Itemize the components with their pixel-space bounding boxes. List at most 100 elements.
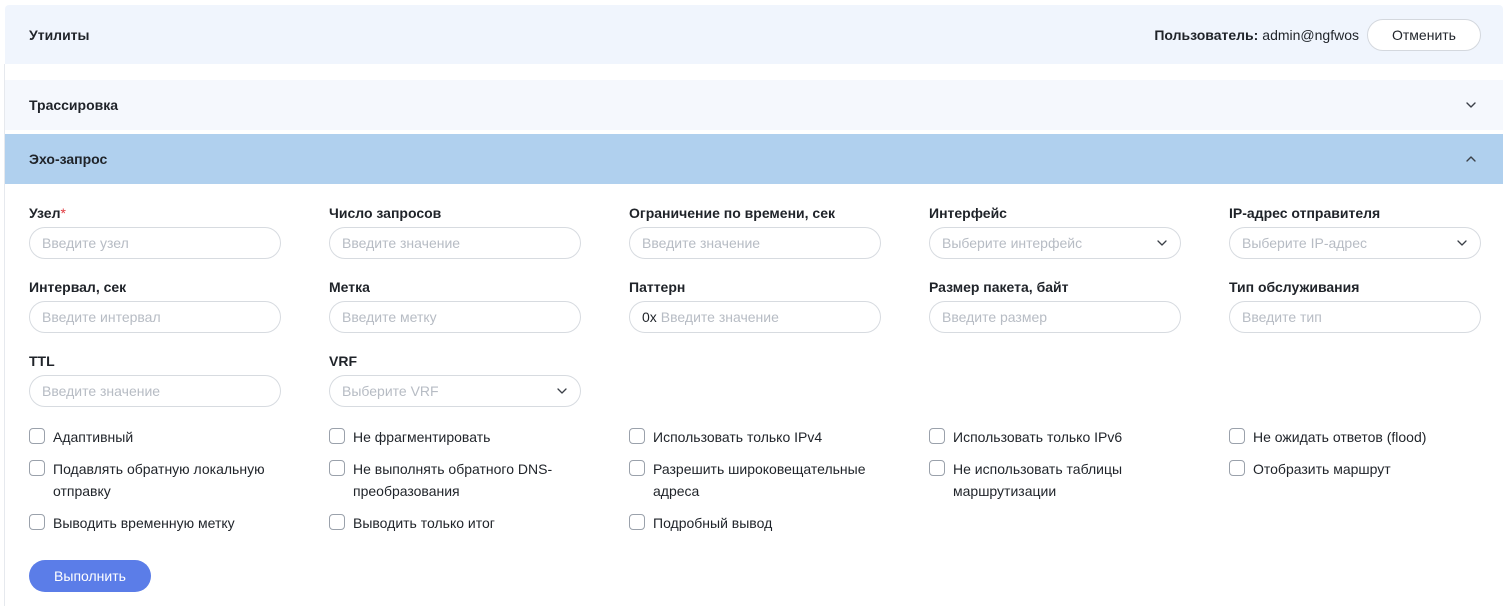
interface-label: Интерфейс — [929, 205, 1007, 221]
checkbox-summary-only[interactable]: Выводить только итог — [329, 512, 589, 534]
checkbox-box[interactable] — [29, 460, 45, 476]
checkbox-label: Не фрагментировать — [353, 429, 491, 445]
chevron-down-icon — [1466, 102, 1476, 108]
count-input-wrapper — [329, 227, 581, 259]
checkbox-box[interactable] — [1229, 428, 1245, 444]
checkbox-label: Адаптивный — [53, 429, 134, 445]
timeout-field: Ограничение по времени, сек — [629, 204, 881, 259]
hex-prefix: 0x — [642, 309, 657, 325]
ttl-input-wrapper — [29, 375, 281, 407]
ping-section-header[interactable]: Эхо-запрос — [5, 134, 1503, 184]
mark-input[interactable] — [342, 309, 568, 325]
checkbox-no-fragment[interactable]: Не фрагментировать — [329, 426, 589, 448]
source-ip-placeholder: Выберите IP-адрес — [1242, 235, 1368, 251]
checkbox-label: Подавлять обратную локальную отправку — [53, 461, 265, 499]
interval-input-wrapper — [29, 301, 281, 333]
ping-section-title: Эхо-запрос — [29, 151, 108, 167]
run-button[interactable]: Выполнить — [29, 560, 151, 592]
checkbox-label: Использовать только IPv4 — [653, 429, 823, 445]
checkbox-box[interactable] — [629, 428, 645, 444]
checkbox-verbose[interactable]: Подробный вывод — [629, 512, 889, 534]
source-ip-label: IP-адрес отправителя — [1229, 205, 1381, 221]
checkbox-flood[interactable]: Не ожидать ответов (flood) — [1229, 426, 1489, 448]
checkbox-box[interactable] — [629, 460, 645, 476]
interface-placeholder: Выберите интерфейс — [942, 235, 1083, 251]
vrf-placeholder: Выберите VRF — [342, 383, 439, 399]
traceroute-section-header[interactable]: Трассировка — [5, 80, 1503, 130]
checkbox-box[interactable] — [329, 460, 345, 476]
page-title: Утилиты — [29, 26, 90, 43]
checkbox-allow-broadcast[interactable]: Разрешить широковещательные адреса — [629, 458, 879, 502]
checkbox-box[interactable] — [929, 428, 945, 444]
ttl-label: TTL — [29, 353, 55, 369]
ttl-input[interactable] — [42, 383, 268, 399]
checkbox-label: Отобразить маршрут — [1253, 461, 1391, 477]
checkbox-label: Разрешить широковещательные адреса — [653, 461, 866, 499]
source-ip-select[interactable]: Выберите IP-адрес — [1229, 227, 1481, 259]
timeout-input[interactable] — [642, 235, 868, 251]
tos-input-wrapper — [1229, 301, 1481, 333]
checkbox-no-reverse-dns[interactable]: Не выполнять обратного DNS-преобразовани… — [329, 458, 569, 502]
checkbox-box[interactable] — [29, 428, 45, 444]
checkbox-label: Использовать только IPv6 — [953, 429, 1123, 445]
chevron-down-icon — [1457, 240, 1467, 246]
checkbox-label: Не ожидать ответов (flood) — [1253, 429, 1427, 445]
ttl-field: TTL — [29, 352, 281, 407]
count-label: Число запросов — [329, 205, 442, 221]
required-mark: * — [60, 205, 66, 221]
pattern-input[interactable] — [660, 309, 868, 325]
user-value: admin@ngfwos — [1262, 26, 1359, 43]
checkbox-record-route[interactable]: Отобразить маршрут — [1229, 458, 1489, 480]
pattern-input-wrapper: 0x — [629, 301, 881, 333]
checkbox-box[interactable] — [1229, 460, 1245, 476]
checkbox-bypass-routing[interactable]: Не использовать таблицы маршрутизации — [929, 458, 1149, 502]
timeout-label: Ограничение по времени, сек — [629, 205, 835, 221]
mark-input-wrapper — [329, 301, 581, 333]
cancel-button[interactable]: Отменить — [1367, 18, 1481, 51]
chevron-down-icon — [557, 388, 567, 394]
checkbox-ipv4-only[interactable]: Использовать только IPv4 — [629, 426, 889, 448]
checkbox-box[interactable] — [329, 428, 345, 444]
user-label: Пользователь: — [1154, 26, 1259, 43]
checkbox-box[interactable] — [29, 514, 45, 530]
vrf-field: VRF Выберите VRF — [329, 352, 581, 407]
utilities-header: Утилиты Пользователь: admin@ngfwos Отмен… — [5, 5, 1503, 64]
vrf-label: VRF — [329, 353, 357, 369]
vrf-select[interactable]: Выберите VRF — [329, 375, 581, 407]
packet-size-label: Размер пакета, байт — [929, 279, 1069, 295]
tos-field: Тип обслуживания — [1229, 278, 1481, 333]
tos-input[interactable] — [1242, 309, 1468, 325]
checkbox-timestamp[interactable]: Выводить временную метку — [29, 512, 289, 534]
packet-size-input-wrapper — [929, 301, 1181, 333]
checkbox-suppress-loopback[interactable]: Подавлять обратную локальную отправку — [29, 458, 279, 502]
packet-size-field: Размер пакета, байт — [929, 278, 1181, 333]
interval-input[interactable] — [42, 309, 268, 325]
count-field: Число запросов — [329, 204, 581, 259]
user-info: Пользователь: admin@ngfwos Отменить — [1154, 18, 1481, 51]
checkbox-box[interactable] — [329, 514, 345, 530]
tos-label: Тип обслуживания — [1229, 279, 1360, 295]
source-ip-field: IP-адрес отправителя Выберите IP-адрес — [1229, 204, 1481, 259]
checkbox-adaptive[interactable]: Адаптивный — [29, 426, 289, 448]
checkbox-box[interactable] — [629, 514, 645, 530]
timeout-input-wrapper — [629, 227, 881, 259]
interval-field: Интервал, сек — [29, 278, 281, 333]
interval-label: Интервал, сек — [29, 279, 127, 295]
mark-field: Метка — [329, 278, 581, 333]
host-label: Узел* — [29, 205, 66, 221]
interface-field: Интерфейс Выберите интерфейс — [929, 204, 1181, 259]
host-input[interactable] — [42, 235, 268, 251]
checkbox-box[interactable] — [929, 460, 945, 476]
packet-size-input[interactable] — [942, 309, 1168, 325]
mark-label: Метка — [329, 279, 370, 295]
checkbox-label: Выводить только итог — [353, 515, 495, 531]
pattern-field: Паттерн 0x — [629, 278, 881, 333]
host-field: Узел* — [29, 204, 281, 259]
host-input-wrapper — [29, 227, 281, 259]
checkbox-ipv6-only[interactable]: Использовать только IPv6 — [929, 426, 1189, 448]
count-input[interactable] — [342, 235, 568, 251]
interface-select[interactable]: Выберите интерфейс — [929, 227, 1181, 259]
chevron-up-icon — [1466, 156, 1476, 162]
checkbox-label: Не использовать таблицы маршрутизации — [953, 461, 1123, 499]
checkbox-label: Не выполнять обратного DNS-преобразовани… — [353, 461, 553, 499]
